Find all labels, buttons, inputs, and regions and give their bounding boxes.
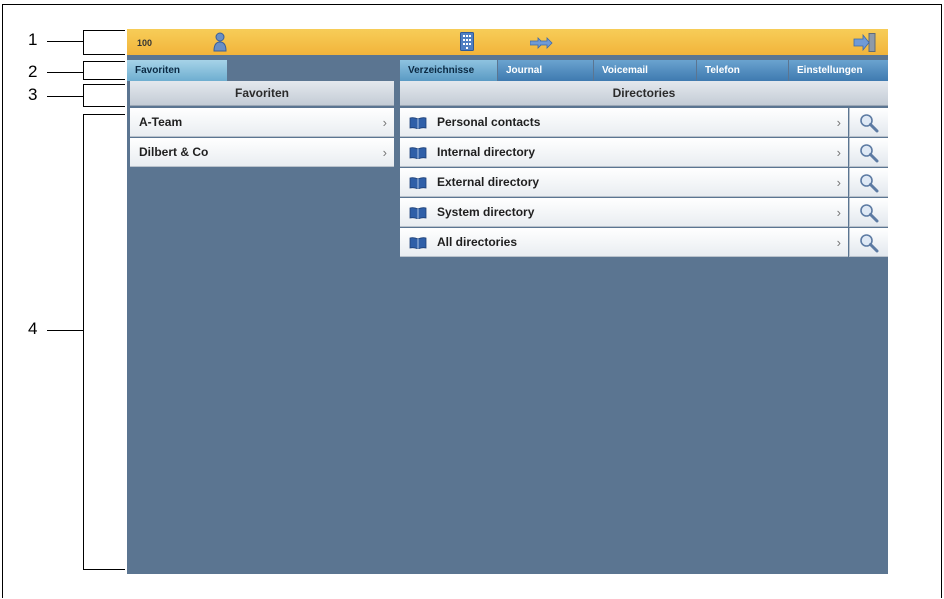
magnifier-icon: [860, 114, 879, 133]
book-icon: [409, 116, 427, 134]
directory-item-internal[interactable]: Internal directory ›: [400, 138, 848, 167]
callout-bracket-3: [83, 84, 125, 107]
directory-item-label: Personal contacts: [437, 115, 541, 129]
chevron-right-icon: ›: [382, 145, 387, 160]
search-internal-button[interactable]: [849, 138, 888, 167]
favorite-item-label: A-Team: [139, 115, 183, 129]
tab-favoriten[interactable]: Favoriten: [127, 60, 227, 81]
phone-screen: 100 Favoriten Verzeichnisse Journal Voic…: [127, 29, 888, 574]
search-personal-button[interactable]: [849, 108, 888, 137]
favorites-header: Favoriten: [130, 81, 394, 106]
tab-telefon[interactable]: Telefon: [697, 60, 788, 81]
favorite-item[interactable]: A-Team ›: [130, 108, 394, 137]
callout-line-3: [47, 96, 83, 97]
callout-bracket-2: [83, 61, 125, 80]
magnifier-icon: [860, 234, 879, 253]
book-icon: [409, 176, 427, 194]
callout-3: 3: [28, 85, 38, 104]
callout-2: 2: [28, 62, 38, 81]
book-icon: [409, 236, 427, 254]
directory-item-label: External directory: [437, 175, 540, 189]
tab-verzeichnisse[interactable]: Verzeichnisse: [400, 60, 497, 81]
tab-bar: Favoriten Verzeichnisse Journal Voicemai…: [127, 60, 888, 81]
callout-bracket-4: [83, 114, 125, 570]
search-all-button[interactable]: [849, 228, 888, 257]
directory-item-system[interactable]: System directory ›: [400, 198, 848, 227]
callout-line-1: [47, 41, 83, 42]
tab-journal[interactable]: Journal: [498, 60, 593, 81]
magnifier-icon: [860, 174, 879, 193]
callout-bracket-1: [83, 30, 125, 55]
chevron-right-icon: ›: [836, 115, 841, 130]
directory-item-label: Internal directory: [437, 145, 536, 159]
directory-item-label: System directory: [437, 205, 535, 219]
keypad-icon[interactable]: [460, 32, 474, 56]
magnifier-icon: [860, 144, 879, 163]
status-bar: 100: [127, 29, 888, 55]
search-external-button[interactable]: [849, 168, 888, 197]
chevron-right-icon: ›: [836, 205, 841, 220]
favorite-item-label: Dilbert & Co: [139, 145, 209, 159]
extension-number: 100: [137, 38, 153, 48]
user-status-icon[interactable]: [213, 32, 227, 57]
favorite-item[interactable]: Dilbert & Co ›: [130, 138, 394, 167]
callout-line-2: [47, 72, 83, 73]
callout-line-4: [47, 330, 83, 331]
tab-voicemail[interactable]: Voicemail: [594, 60, 696, 81]
callout-1: 1: [28, 30, 38, 49]
directory-item-external[interactable]: External directory ›: [400, 168, 848, 197]
logout-icon[interactable]: [853, 33, 877, 57]
tab-einstellungen[interactable]: Einstellungen: [789, 60, 888, 81]
chevron-right-icon: ›: [836, 235, 841, 250]
call-forward-icon[interactable]: [529, 36, 554, 54]
book-icon: [409, 206, 427, 224]
callout-4: 4: [28, 319, 38, 338]
directories-header: Directories: [400, 81, 888, 106]
chevron-right-icon: ›: [836, 145, 841, 160]
chevron-right-icon: ›: [382, 115, 387, 130]
chevron-right-icon: ›: [836, 175, 841, 190]
directory-item-all[interactable]: All directories ›: [400, 228, 848, 257]
book-icon: [409, 146, 427, 164]
search-system-button[interactable]: [849, 198, 888, 227]
magnifier-icon: [860, 204, 879, 223]
directory-item-personal[interactable]: Personal contacts ›: [400, 108, 848, 137]
directory-item-label: All directories: [437, 235, 518, 249]
